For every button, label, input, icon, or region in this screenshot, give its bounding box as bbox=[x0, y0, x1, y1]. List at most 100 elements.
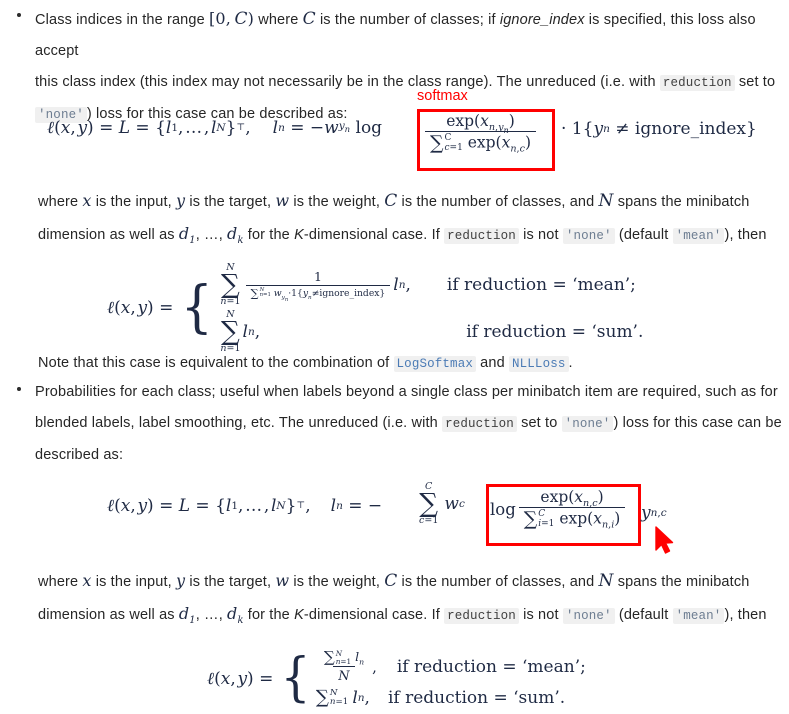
mouse-cursor-icon bbox=[653, 525, 677, 560]
math-N-1: N bbox=[598, 191, 614, 211]
fraction-numerator: exp(xn,c) bbox=[540, 488, 604, 510]
where2-c: is the target, bbox=[185, 574, 276, 590]
math-y-2: y bbox=[175, 571, 186, 590]
bullet1-line2-b: set to bbox=[734, 74, 776, 90]
where2-b: is the input, bbox=[91, 574, 176, 590]
math-dk-1: dk bbox=[227, 224, 244, 247]
code-reduction-3: reduction bbox=[442, 416, 517, 432]
summation-n-outer: N ∑ n=1 bbox=[220, 262, 241, 307]
fraction-denominator: ∑ Cc=1 exp(xn,c) bbox=[425, 131, 537, 155]
cases-block-2: { ∑ Nn=1 ln N , if reduction = ‘mean’; ∑ N… bbox=[280, 648, 586, 709]
case-row-mean: N ∑ n=1 1 ∑ Nn=1 wyn·1{yn≠ignore_index} ln,… bbox=[220, 262, 636, 307]
list-item: Probabilities for each class; useful whe… bbox=[17, 377, 787, 471]
summation-c: ∑ Cc=1 bbox=[430, 132, 463, 155]
equation-cross-entropy-probabilities: ℓ(x, y) = L = {l 1, … , l N} ⊤, ln = − bbox=[107, 496, 383, 516]
bullet1-line2-a: this class index (this index may not nec… bbox=[35, 74, 660, 90]
math-d1-1: d1 bbox=[178, 224, 196, 247]
where1-k: is not bbox=[518, 227, 563, 243]
equation-sum-over-classes: C ∑ c=1 wc bbox=[419, 481, 465, 526]
where1-b: is the input, bbox=[91, 194, 176, 210]
note-a: Note that this case is equivalent to the… bbox=[38, 355, 394, 371]
bullet2-line1: Probabilities for each class; useful whe… bbox=[35, 384, 778, 400]
list-item-text: Class indices in the range [0, C) where … bbox=[35, 3, 787, 131]
case-row-mean: ∑ Nn=1 ln N , if reduction = ‘mean’; bbox=[316, 648, 586, 685]
bullet2-line3: described as: bbox=[35, 447, 124, 463]
where2-m: ), then bbox=[724, 607, 767, 623]
where1-h: , …, bbox=[195, 227, 228, 243]
bullet-marker bbox=[17, 13, 21, 17]
code-none-2: 'none' bbox=[562, 228, 615, 244]
fraction-softmax: exp(xn,yn) ∑ Cc=1 exp(xn,c) bbox=[425, 112, 537, 155]
annotation-softmax-label: softmax bbox=[417, 88, 468, 104]
list-item: Class indices in the range [0, C) where … bbox=[17, 3, 787, 131]
summation-c-outer: C ∑ c=1 bbox=[419, 481, 439, 526]
equation-reduction-cases-2: ℓ(x, y) = { ∑ Nn=1 ln N , if reduction = … bbox=[207, 648, 586, 709]
fraction-weight-norm: 1 ∑ Nn=1 wyn·1{yn≠ignore_index} bbox=[245, 269, 391, 302]
list-item-text: Probabilities for each class; useful whe… bbox=[35, 377, 782, 471]
where2-a: where bbox=[38, 574, 83, 590]
summation-i: ∑ Ci=1 bbox=[523, 508, 555, 531]
case-condition-mean: if reduction = ‘mean’; bbox=[446, 274, 636, 295]
math-x-2: x bbox=[82, 571, 92, 590]
bullet-marker bbox=[17, 387, 21, 391]
math-dk-2: dk bbox=[227, 604, 244, 627]
where2-k: is not bbox=[518, 607, 563, 623]
bullet2-line2-a: blended labels, label smoothing, etc. Th… bbox=[35, 415, 443, 431]
math-C-2: C bbox=[384, 191, 398, 211]
where2-h: , …, bbox=[195, 607, 228, 623]
link-logsoftmax[interactable]: LogSoftmax bbox=[393, 356, 476, 372]
where1-c: is the target, bbox=[185, 194, 276, 210]
emphasis-ignore-index: ignore_index bbox=[499, 12, 585, 28]
bullet1-line1-c: is the number of classes; if bbox=[315, 12, 500, 28]
em-K-1: K bbox=[294, 227, 304, 243]
code-reduction-4: reduction bbox=[444, 608, 519, 624]
where1-g: dimension as well as bbox=[38, 227, 179, 243]
code-mean-2: 'mean' bbox=[672, 608, 725, 624]
equation-indicator-tail: · 1{y n ≠ ignore_index} bbox=[561, 119, 757, 139]
note-b: and bbox=[476, 355, 509, 371]
em-K-2: K bbox=[294, 607, 304, 623]
where2-i: for the bbox=[243, 607, 295, 623]
case-condition-mean: if reduction = ‘mean’; bbox=[396, 657, 586, 678]
where1-e: is the number of classes, and bbox=[397, 194, 599, 210]
paragraph-where-2: where x is the input, y is the target, w… bbox=[38, 565, 783, 632]
where2-j: -dimensional case. If bbox=[303, 607, 445, 623]
note-c: . bbox=[568, 355, 573, 371]
where2-g: dimension as well as bbox=[38, 607, 179, 623]
where2-l: (default bbox=[614, 607, 673, 623]
math-y-1: y bbox=[175, 191, 186, 210]
where2-d: is the weight, bbox=[289, 574, 385, 590]
math-w-2: w bbox=[275, 571, 290, 590]
equation-reduction-cases-1: ℓ(x, y) = { N ∑ n=1 1 ∑ Nn=1 wyn·1{yn≠ignor… bbox=[107, 262, 644, 355]
where1-a: where bbox=[38, 194, 83, 210]
math-C-3: C bbox=[384, 571, 398, 591]
case-condition-sum: if reduction = ‘sum’. bbox=[387, 687, 566, 708]
bullet1-line1-b: where bbox=[254, 12, 303, 28]
fraction-numerator: exp(xn,yn) bbox=[446, 112, 515, 136]
equation-log-softmax-fraction: log exp(xn,c) ∑ Ci=1 exp(xn,i) bbox=[490, 488, 628, 531]
math-d1-2: d1 bbox=[178, 604, 196, 627]
math-w-1: w bbox=[275, 191, 290, 210]
code-reduction-2: reduction bbox=[444, 228, 519, 244]
bullet2-line2-b: set to bbox=[516, 415, 562, 431]
where2-e: is the number of classes, and bbox=[397, 574, 599, 590]
where1-j: -dimensional case. If bbox=[303, 227, 445, 243]
fraction-denominator: ∑ Ci=1 exp(xn,i) bbox=[518, 507, 626, 531]
code-reduction-1: reduction bbox=[659, 75, 735, 91]
paragraph-where-1: where x is the input, y is the target, w… bbox=[38, 185, 783, 252]
code-mean-1: 'mean' bbox=[672, 228, 725, 244]
fraction-mean: ∑ Nn=1 ln N bbox=[323, 648, 365, 685]
link-nllloss[interactable]: NLLLoss bbox=[508, 356, 569, 372]
case-condition-sum: if reduction = ‘sum’. bbox=[466, 321, 644, 342]
fraction-log-softmax: exp(xn,c) ∑ Ci=1 exp(xn,i) bbox=[518, 488, 626, 531]
bullet2-line2-c: ) loss for this case can be bbox=[613, 415, 782, 431]
where1-f: spans the minibatch bbox=[613, 194, 750, 210]
case-row-sum: ∑ Nn=1 ln, if reduction = ‘sum’. bbox=[315, 686, 566, 708]
cases-block-1: { N ∑ n=1 1 ∑ Nn=1 wyn·1{yn≠ignore_index} l… bbox=[180, 262, 644, 355]
summation-n: ∑ Nn=1 bbox=[315, 686, 349, 708]
where2-f: spans the minibatch bbox=[613, 574, 750, 590]
bullet1-line1-a: Class indices in the range bbox=[35, 12, 209, 28]
math-N-2: N bbox=[598, 571, 614, 591]
documentation-page: Class indices in the range [0, C) where … bbox=[0, 0, 789, 714]
math-x-1: x bbox=[82, 191, 92, 210]
